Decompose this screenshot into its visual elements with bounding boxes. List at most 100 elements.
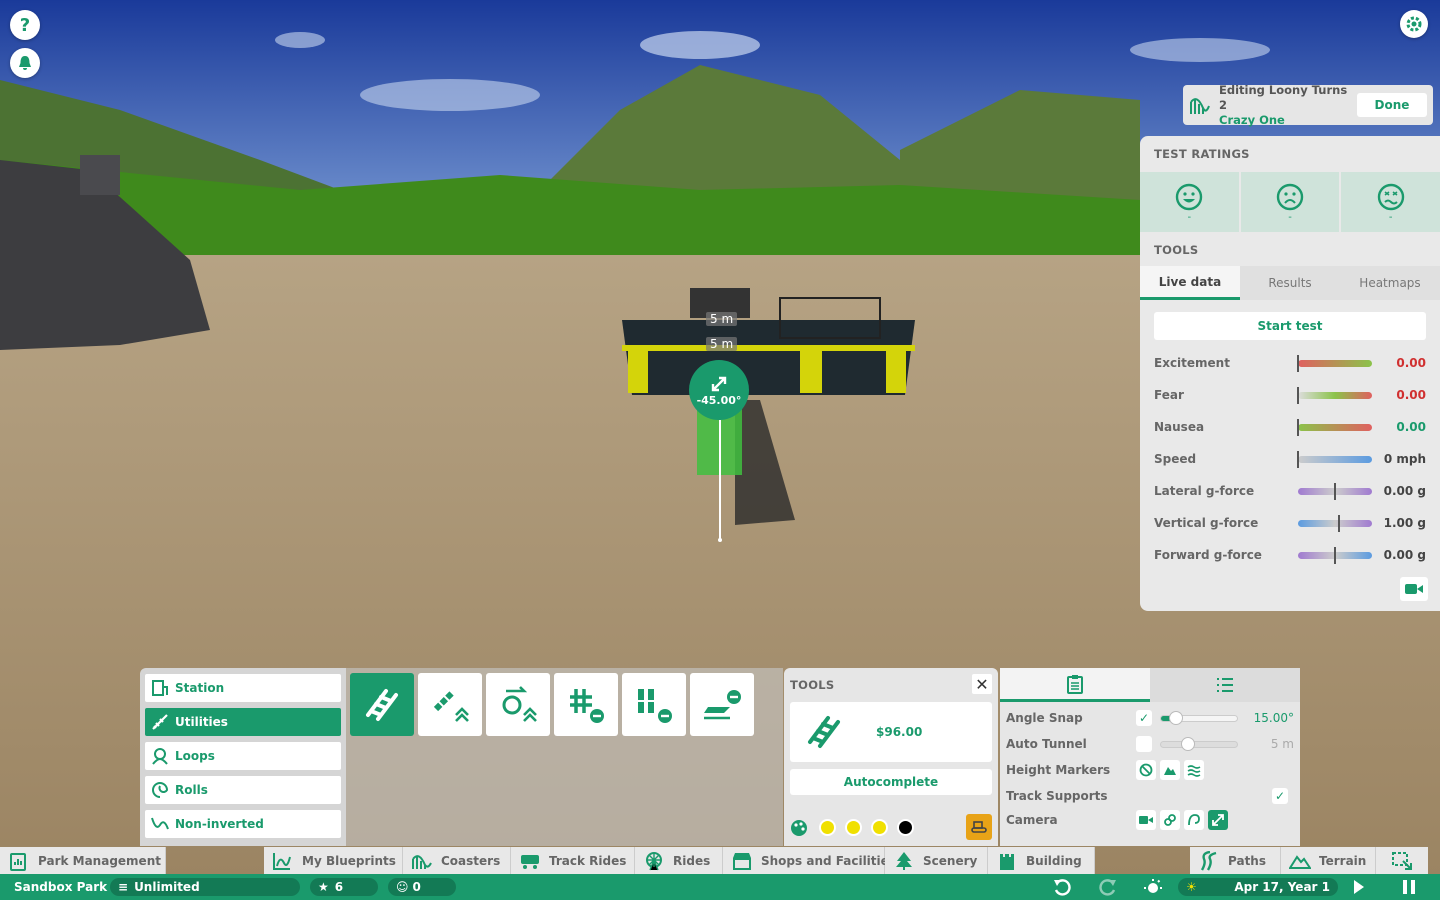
camera-follow-button[interactable]	[1160, 810, 1180, 830]
angle-handle[interactable]: -45.00°	[689, 360, 749, 420]
redo-button[interactable]	[1098, 878, 1118, 896]
nav-track-rides[interactable]: Track Rides	[511, 847, 635, 874]
nav-park-management[interactable]: Park Management	[0, 847, 166, 874]
launch-remove-button[interactable]	[690, 673, 754, 736]
nav-coasters[interactable]: Coasters	[403, 847, 511, 874]
tab-live-data[interactable]: Live data	[1140, 266, 1240, 300]
track-piece-icon	[366, 688, 398, 721]
stat-bar	[1298, 482, 1372, 500]
stat-label: Excitement	[1154, 356, 1230, 370]
money-display[interactable]: ≡ Unlimited	[110, 878, 300, 896]
done-button[interactable]: Done	[1357, 93, 1427, 117]
height-markers-off-button[interactable]	[1136, 760, 1156, 780]
nav-paths[interactable]: Paths	[1190, 847, 1281, 874]
category-label: Rolls	[175, 783, 208, 797]
color-swatch[interactable]	[819, 819, 836, 836]
camera-video-button[interactable]	[1136, 810, 1156, 830]
nav-scenery[interactable]: Scenery	[885, 847, 988, 874]
nav-label: Rides	[673, 853, 711, 868]
selected-piece-button[interactable]: $96.00	[790, 702, 992, 762]
color-swatch[interactable]	[897, 819, 914, 836]
category-rolls[interactable]: Rolls	[145, 776, 341, 804]
auto-tunnel-value: 5 m	[1270, 737, 1294, 751]
option-label: Auto Tunnel	[1006, 737, 1087, 751]
slider-knob[interactable]	[1180, 736, 1195, 751]
nav-building[interactable]: Building	[988, 847, 1095, 874]
help-button[interactable]: ?	[10, 10, 40, 40]
auto-tunnel-checkbox[interactable]	[1136, 736, 1152, 752]
category-loops[interactable]: Loops	[145, 742, 341, 770]
tab-list[interactable]	[1150, 668, 1300, 702]
nav-shops-facilities[interactable]: Shops and Facilities	[723, 847, 896, 874]
category-label: Non-inverted	[175, 817, 264, 831]
guest-count-value: 0	[412, 880, 421, 894]
nav-my-blueprints[interactable]: My Blueprints	[264, 847, 403, 874]
launch-remove-icon	[704, 689, 741, 719]
play-button[interactable]	[1352, 878, 1366, 896]
slider-knob[interactable]	[1169, 710, 1184, 725]
track-supports-checkbox[interactable]: ✓	[1272, 788, 1288, 804]
coaster-icon	[1190, 98, 1210, 114]
nav-label: Park Management	[38, 853, 161, 868]
booster-button[interactable]	[486, 673, 550, 736]
color-swatch[interactable]	[871, 819, 888, 836]
close-icon: ✕	[975, 674, 989, 694]
height-markers-water-button[interactable]	[1184, 760, 1204, 780]
nav-select-tool[interactable]	[1376, 847, 1428, 874]
block-brake-remove-icon	[638, 688, 672, 723]
settings-button[interactable]	[1400, 10, 1428, 38]
stat-label: Speed	[1154, 452, 1197, 466]
notifications-button[interactable]	[10, 48, 40, 78]
stat-marker	[1297, 450, 1299, 468]
color-swatch[interactable]	[845, 819, 862, 836]
brake-remove-icon	[570, 688, 604, 723]
palette-button[interactable]	[790, 819, 808, 837]
nav-rides[interactable]: Rides	[635, 847, 723, 874]
stat-marker	[1297, 354, 1299, 372]
category-station[interactable]: Station	[145, 674, 341, 702]
height-marker-bottom: 5 m	[706, 337, 738, 351]
park-rating-display[interactable]: ★ 6	[310, 878, 378, 896]
booster-icon	[502, 685, 537, 722]
tab-clipboard[interactable]	[1000, 668, 1150, 702]
close-button[interactable]: ✕	[972, 674, 992, 694]
category-utilities[interactable]: Utilities	[145, 708, 341, 736]
stat-vertical-g: Vertical g-force 1.00 g	[1154, 513, 1426, 533]
block-brake-remove-button[interactable]	[622, 673, 686, 736]
star-icon: ★	[318, 880, 329, 894]
track-piece-button[interactable]	[350, 673, 414, 736]
guest-count-display[interactable]: ☺ 0	[388, 878, 456, 896]
tab-heatmaps[interactable]: Heatmaps	[1340, 266, 1440, 300]
path-icon	[1200, 850, 1217, 871]
angle-snap-checkbox[interactable]: ✓	[1136, 710, 1152, 726]
stat-marker	[1297, 386, 1299, 404]
category-non-inverted[interactable]: Non-inverted	[145, 810, 341, 838]
editing-bar: Editing Loony Turns 2 Crazy One Done	[1183, 83, 1433, 127]
start-test-button[interactable]: Start test	[1154, 312, 1426, 340]
track-category-panel: Station Utilities Loops Rolls Non-invert…	[140, 668, 346, 846]
height-markers-terrain-button[interactable]	[1160, 760, 1180, 780]
pause-button[interactable]	[1402, 878, 1416, 896]
tab-results[interactable]: Results	[1240, 266, 1340, 300]
chain-lift-button[interactable]	[418, 673, 482, 736]
undo-button[interactable]	[1052, 878, 1072, 896]
guests-icon: ☺	[396, 880, 409, 894]
happy-face-icon	[1176, 183, 1203, 210]
autocomplete-button[interactable]: Autocomplete	[790, 769, 992, 795]
day-night-button[interactable]	[1143, 878, 1163, 896]
angle-snap-slider[interactable]	[1160, 710, 1238, 725]
park-name[interactable]: Sandbox Park	[14, 878, 107, 896]
stat-forward-g: Forward g-force 0.00 g	[1154, 545, 1426, 565]
auto-tunnel-slider[interactable]	[1160, 736, 1238, 751]
record-camera-button[interactable]	[1400, 577, 1428, 601]
camera-ride-button[interactable]	[1184, 810, 1204, 830]
brake-remove-button[interactable]	[554, 673, 618, 736]
loop-icon	[152, 748, 168, 765]
stat-value: 0.00	[1396, 388, 1426, 402]
option-track-supports: Track Supports ✓	[1006, 786, 1294, 806]
bulldozer-button[interactable]	[966, 814, 992, 840]
camera-auto-button[interactable]	[1208, 810, 1228, 830]
nav-terrain[interactable]: Terrain	[1281, 847, 1376, 874]
